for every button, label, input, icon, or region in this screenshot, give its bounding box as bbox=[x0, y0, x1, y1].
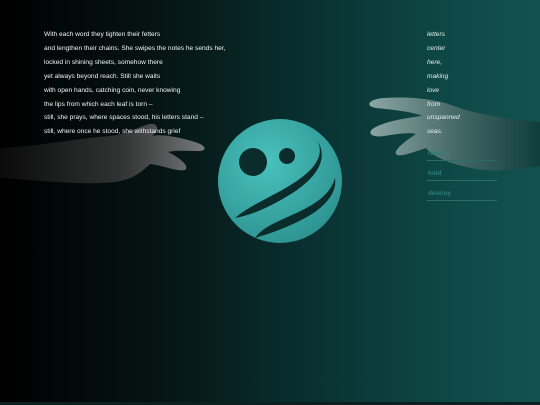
hold-button[interactable]: hold bbox=[427, 168, 497, 181]
release-button[interactable]: release bbox=[427, 148, 497, 161]
action-menu: release hold destroy bbox=[427, 148, 497, 208]
poem-line: yet always beyond reach. Still she waits bbox=[44, 72, 161, 80]
side-word: love bbox=[427, 86, 440, 94]
side-word: from bbox=[427, 100, 441, 108]
poem-line: the lips from which each leaf is torn – bbox=[44, 100, 153, 108]
poem-line: still, she prays, where spaces stood, hi… bbox=[44, 114, 204, 122]
side-word-list: letters center here, making love from un… bbox=[427, 28, 460, 139]
side-word: center bbox=[427, 44, 446, 52]
poem-line: with open hands, catching coin, never kn… bbox=[44, 86, 181, 94]
side-word: letters bbox=[427, 31, 445, 38]
poem-text: With each word they tighten their fetter… bbox=[44, 28, 304, 139]
side-word: seas. bbox=[427, 128, 443, 136]
side-word: making bbox=[427, 72, 449, 80]
poem-line: locked in shining sheets, somehow there bbox=[44, 58, 163, 66]
poem-line: and lengthen their chains. She swipes th… bbox=[44, 44, 226, 52]
destroy-button[interactable]: destroy bbox=[427, 188, 497, 201]
poem-line: With each word they tighten their fetter… bbox=[44, 31, 161, 38]
side-word: unspanned bbox=[427, 114, 460, 122]
poem-line: still, where once he stood, she withstan… bbox=[44, 128, 181, 136]
side-word: here, bbox=[427, 58, 443, 66]
